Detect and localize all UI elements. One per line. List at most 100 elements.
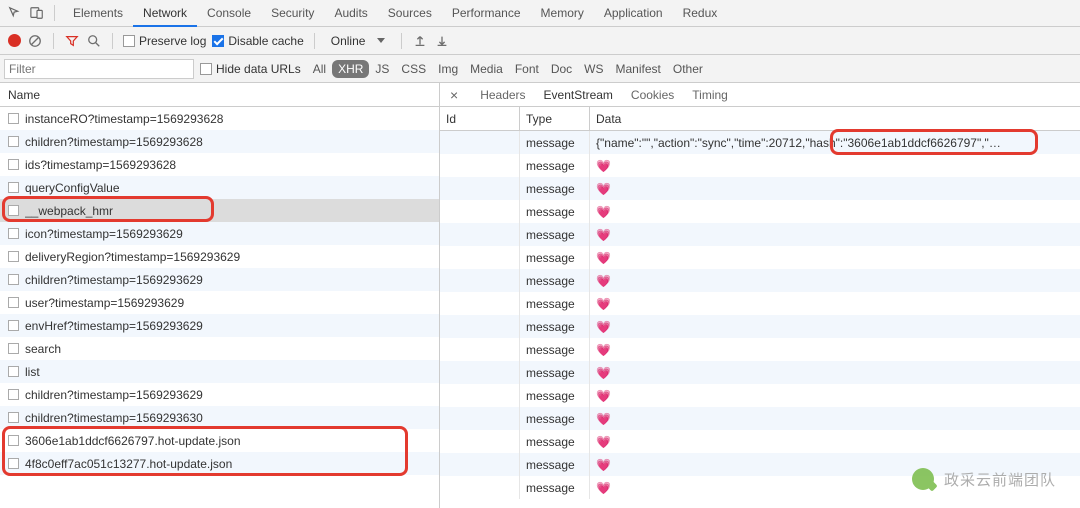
tab-security[interactable]: Security [261,1,324,25]
preserve-log-checkbox[interactable]: Preserve log [123,34,206,48]
request-row[interactable]: children?timestamp=1569293630 [0,406,439,429]
search-icon[interactable] [86,33,102,49]
cell-data: 💗 [590,154,1080,177]
request-row[interactable]: 4f8c0eff7ac051c13277.hot-update.json [0,452,439,475]
request-name: deliveryRegion?timestamp=1569293629 [25,250,240,264]
filter-chip-media[interactable]: Media [464,60,509,78]
request-row[interactable]: ids?timestamp=1569293628 [0,153,439,176]
filter-chip-ws[interactable]: WS [578,60,609,78]
request-row[interactable]: envHref?timestamp=1569293629 [0,314,439,337]
filter-chip-font[interactable]: Font [509,60,545,78]
stream-row[interactable]: message💗 [440,338,1080,361]
row-checkbox-icon [8,228,19,239]
tab-redux[interactable]: Redux [673,1,728,25]
filter-chip-js[interactable]: JS [369,60,395,78]
upload-har-icon[interactable] [412,33,428,49]
cell-data: 💗 [590,177,1080,200]
throttling-select[interactable]: Online [325,34,392,48]
disable-cache-checkbox[interactable]: Disable cache [212,34,303,48]
request-row[interactable]: search [0,337,439,360]
tab-audits[interactable]: Audits [324,1,377,25]
detail-tab-headers[interactable]: Headers [480,88,525,102]
request-row[interactable]: user?timestamp=1569293629 [0,291,439,314]
device-toggle-icon[interactable] [28,4,46,22]
heart-icon: 💗 [596,366,611,380]
stream-row[interactable]: message💗 [440,223,1080,246]
detail-tab-cookies[interactable]: Cookies [631,88,674,102]
stream-row[interactable]: message💗 [440,407,1080,430]
stream-row[interactable]: message💗 [440,315,1080,338]
record-button[interactable] [8,34,21,47]
stream-row[interactable]: message💗 [440,361,1080,384]
tab-sources[interactable]: Sources [378,1,442,25]
checkbox-icon [212,35,224,47]
row-checkbox-icon [8,274,19,285]
request-row[interactable]: __webpack_hmr [0,199,439,222]
request-row[interactable]: icon?timestamp=1569293629 [0,222,439,245]
col-data-header[interactable]: Data [590,107,1080,130]
request-row[interactable]: instanceRO?timestamp=1569293628 [0,107,439,130]
stream-row[interactable]: message💗 [440,154,1080,177]
stream-row[interactable]: message💗 [440,269,1080,292]
stream-row[interactable]: message💗 [440,177,1080,200]
cell-data: {"name":"","action":"sync","time":20712,… [590,131,1080,154]
filter-input[interactable] [4,59,194,79]
separator [314,33,315,49]
cell-data: 💗 [590,269,1080,292]
name-column-header[interactable]: Name [0,83,439,107]
tab-performance[interactable]: Performance [442,1,531,25]
devtools-tabbar: ElementsNetworkConsoleSecurityAuditsSour… [0,0,1080,27]
filter-chip-manifest[interactable]: Manifest [610,60,667,78]
inspect-icon[interactable] [6,4,24,22]
filter-chip-css[interactable]: CSS [395,60,432,78]
close-icon[interactable]: × [450,87,462,103]
filter-chip-xhr[interactable]: XHR [332,60,369,78]
col-type-header[interactable]: Type [520,107,590,130]
row-checkbox-icon [8,458,19,469]
download-har-icon[interactable] [434,33,450,49]
cell-type: message [520,269,590,292]
tab-console[interactable]: Console [197,1,261,25]
filter-bar: Hide data URLs AllXHRJSCSSImgMediaFontDo… [0,55,1080,83]
detail-tab-timing[interactable]: Timing [692,88,728,102]
stream-row[interactable]: message{"name":"","action":"sync","time"… [440,131,1080,154]
stream-row[interactable]: message💗 [440,292,1080,315]
clear-icon[interactable] [27,33,43,49]
request-name: user?timestamp=1569293629 [25,296,184,310]
filter-chip-all[interactable]: All [307,60,332,78]
request-row[interactable]: list [0,360,439,383]
request-row[interactable]: children?timestamp=1569293629 [0,383,439,406]
request-row[interactable]: children?timestamp=1569293629 [0,268,439,291]
tab-memory[interactable]: Memory [531,1,594,25]
filter-chip-other[interactable]: Other [667,60,709,78]
stream-row[interactable]: message 💗 [440,384,1080,407]
tab-application[interactable]: Application [594,1,673,25]
row-checkbox-icon [8,343,19,354]
row-checkbox-icon [8,389,19,400]
filter-icon[interactable] [64,33,80,49]
cell-type: message [520,453,590,476]
filter-chip-img[interactable]: Img [432,60,464,78]
stream-row[interactable]: message💗 [440,200,1080,223]
heart-icon: 💗 [596,389,611,403]
filter-chip-doc[interactable]: Doc [545,60,578,78]
cell-id [440,453,520,476]
request-name: ids?timestamp=1569293628 [25,158,176,172]
request-name: children?timestamp=1569293629 [25,388,203,402]
request-row[interactable]: 3606e1ab1ddcf6626797.hot-update.json [0,429,439,452]
hide-data-urls-checkbox[interactable]: Hide data URLs [200,62,301,76]
cell-id [440,384,520,407]
col-id-header[interactable]: Id [440,107,520,130]
stream-row[interactable]: message💗 [440,430,1080,453]
stream-row[interactable]: message💗 [440,246,1080,269]
row-checkbox-icon [8,297,19,308]
request-name: list [25,365,40,379]
request-row[interactable]: children?timestamp=1569293628 [0,130,439,153]
tab-elements[interactable]: Elements [63,1,133,25]
cell-id [440,361,520,384]
request-row[interactable]: deliveryRegion?timestamp=1569293629 [0,245,439,268]
request-row[interactable]: queryConfigValue [0,176,439,199]
cell-type: message [520,384,590,407]
detail-tab-eventstream[interactable]: EventStream [544,88,613,102]
tab-network[interactable]: Network [133,1,197,27]
